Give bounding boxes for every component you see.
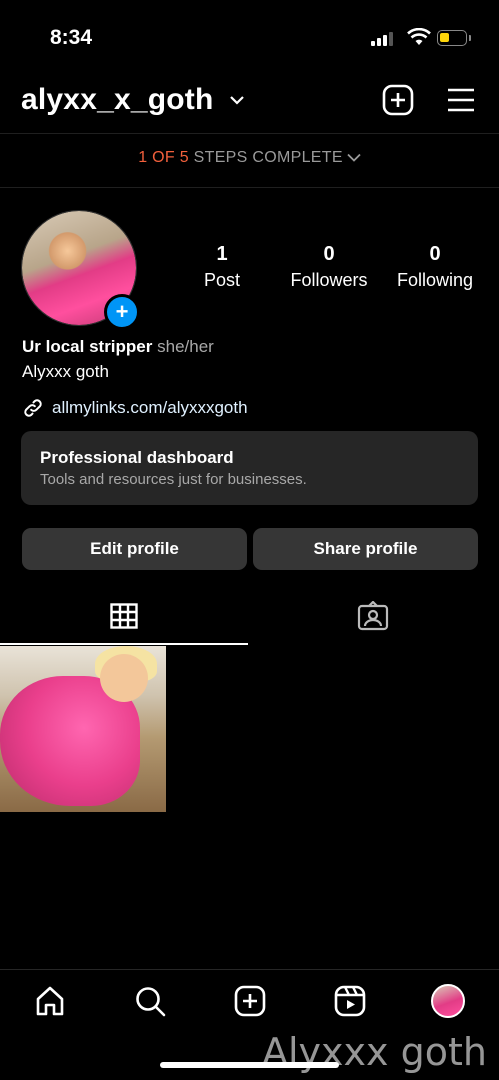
stat-following[interactable]: 0 Following xyxy=(390,243,480,291)
pronouns: she/her xyxy=(157,337,214,356)
followers-label: Followers xyxy=(290,270,368,290)
dashboard-title: Professional dashboard xyxy=(40,448,234,467)
status-time: 8:34 xyxy=(50,26,93,49)
new-post-icon[interactable] xyxy=(382,84,414,121)
link-icon xyxy=(24,399,42,417)
create-icon[interactable] xyxy=(234,985,266,1022)
bio-link[interactable]: allmylinks.com/alyxxxgoth xyxy=(22,397,248,419)
post-thumbnail[interactable] xyxy=(0,646,166,812)
active-tab-indicator xyxy=(0,643,248,645)
professional-dashboard-card[interactable]: Professional dashboard Tools and resourc… xyxy=(21,431,478,505)
home-indicator[interactable] xyxy=(160,1062,339,1068)
display-name: Ur local stripper xyxy=(22,337,153,356)
steps-label: STEPS COMPLETE xyxy=(188,149,343,166)
chevron-down-icon xyxy=(347,154,361,163)
wifi-icon xyxy=(407,27,431,51)
steps-done-count: 1 OF 5 xyxy=(138,149,189,166)
divider xyxy=(0,187,499,188)
following-count: 0 xyxy=(429,243,441,265)
followers-count: 0 xyxy=(323,243,335,265)
divider xyxy=(0,969,499,970)
chevron-down-icon[interactable] xyxy=(230,92,244,110)
divider xyxy=(0,133,499,134)
reels-icon[interactable] xyxy=(334,985,366,1022)
posts-label: Post xyxy=(203,270,241,290)
share-profile-button[interactable]: Share profile xyxy=(253,528,478,570)
home-icon[interactable] xyxy=(34,985,66,1022)
tagged-tab-icon[interactable] xyxy=(357,600,389,636)
photo-head xyxy=(100,654,148,702)
dashboard-subtitle: Tools and resources just for businesses. xyxy=(40,471,307,488)
grid-tab-icon[interactable] xyxy=(110,603,138,634)
bio-text: Alyxxx goth xyxy=(22,362,109,381)
profile-tab-avatar[interactable] xyxy=(431,984,465,1018)
posts-count: 1 xyxy=(216,243,228,265)
bio-link-text: allmylinks.com/alyxxxgoth xyxy=(52,398,248,417)
stat-posts[interactable]: 1 Post xyxy=(187,243,257,291)
stat-followers[interactable]: 0 Followers xyxy=(283,243,375,291)
following-label: Following xyxy=(396,270,474,290)
add-story-plus-icon[interactable]: + xyxy=(104,294,140,330)
bio-name: Ur local stripper she/her xyxy=(22,337,214,357)
search-icon[interactable] xyxy=(134,985,166,1022)
onboarding-steps[interactable]: 1 OF 5 STEPS COMPLETE xyxy=(0,149,499,167)
battery-icon xyxy=(437,30,467,46)
hamburger-menu-icon[interactable] xyxy=(447,88,475,117)
edit-profile-button[interactable]: Edit profile xyxy=(22,528,247,570)
battery-tip xyxy=(469,35,471,41)
profile-username[interactable]: alyxx_x_goth xyxy=(21,83,214,117)
cellular-signal-icon xyxy=(371,32,393,46)
